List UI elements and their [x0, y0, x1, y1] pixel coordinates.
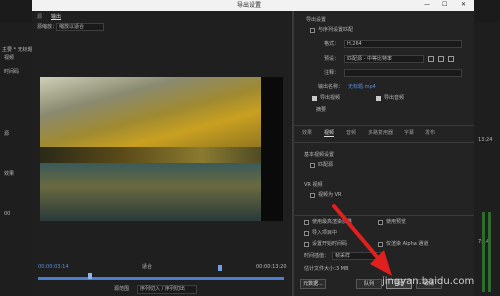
preset-value: 匹配源 - 中等比特率 — [347, 56, 392, 62]
audio-meter — [488, 212, 491, 292]
match-sequence-checkbox[interactable] — [310, 28, 315, 33]
source-scaling-select[interactable]: 缩放以适合 — [56, 23, 104, 31]
use-previews-label: 使用预览 — [386, 219, 407, 225]
output-name-link[interactable]: 无标题.mp4 — [348, 85, 376, 90]
vr-video-label: 视频为 VR — [318, 192, 342, 198]
export-video-checkbox[interactable] — [312, 96, 317, 101]
format-select[interactable]: H.264 — [344, 40, 462, 48]
render-divider — [294, 215, 474, 216]
export-dialog: 导出设置 — ☐ ✕ 源 输出 源缩放： 缩放以适合 00:00:03:14 适… — [32, 0, 474, 296]
preview-panel: 源 输出 源缩放： 缩放以适合 00:00:03:14 适合 00:00:13:… — [32, 11, 292, 296]
bg-label: 13:24 — [478, 137, 493, 143]
tab-audio[interactable]: 音频 — [346, 131, 356, 136]
settings-panel: 导出设置 与序列设置匹配 格式： H.264 预设： 匹配源 - 中等比特率 注… — [294, 11, 474, 296]
max-render-quality-checkbox[interactable] — [304, 220, 309, 225]
import-preset-icon[interactable] — [438, 56, 444, 62]
preview-letterbox — [261, 77, 283, 221]
match-source-checkbox[interactable] — [310, 163, 315, 168]
delete-preset-icon[interactable] — [448, 56, 454, 62]
source-scaling-label: 源缩放： — [37, 24, 58, 30]
queue-button[interactable]: 队列 — [356, 279, 382, 289]
close-button[interactable]: ✕ — [461, 2, 466, 8]
export-audio-label: 导出音频 — [384, 95, 405, 101]
bg-label: 时间码 — [4, 69, 20, 75]
playhead-marker[interactable] — [88, 273, 92, 279]
tab-video[interactable]: 视频 — [324, 131, 335, 137]
export-video-label: 导出视频 — [320, 95, 341, 101]
bg-label: 00 — [4, 211, 11, 217]
tabs-bottom-divider — [294, 142, 474, 143]
output-name-label: 输出名称： — [318, 84, 344, 90]
time-interpolation-value: 帧采样 — [335, 253, 351, 259]
tab-publish[interactable]: 发布 — [425, 131, 435, 136]
tab-multiplexer[interactable]: 多路复用器 — [368, 131, 393, 136]
render-alpha-label: 仅渲染 Alpha 通道 — [386, 241, 429, 247]
format-label: 格式： — [324, 41, 340, 47]
image-shore — [40, 147, 283, 163]
source-range-label: 源范围 — [114, 286, 130, 292]
source-range-select[interactable]: 序列切入 / 序列切出 — [137, 285, 197, 294]
match-sequence-label: 与序列设置匹配 — [318, 27, 354, 33]
bg-label: 视频 — [4, 55, 15, 61]
match-source-label: 匹配源 — [318, 162, 334, 168]
source-scaling-value: 缩放以适合 — [59, 24, 85, 30]
time-interpolation-label: 时间插值： — [304, 253, 330, 259]
bg-label: 效果 — [4, 171, 15, 177]
save-preset-icon[interactable] — [428, 56, 434, 62]
file-size-label: 估计文件大小： — [304, 266, 340, 272]
preview-image — [40, 77, 283, 221]
file-size-value: 3 MB — [336, 266, 349, 272]
source-range-value: 序列切入 / 序列切出 — [140, 286, 185, 292]
minimize-button[interactable]: — — [424, 2, 430, 8]
tabs-top-divider — [294, 125, 474, 126]
bg-label: 主要 * 无标题 — [2, 47, 33, 53]
basic-settings-title[interactable]: 基本视频设置 — [304, 153, 334, 158]
timecode-end: 00:00:13:20 — [256, 264, 287, 270]
fit-value: 适合 — [142, 264, 153, 270]
import-to-project-checkbox[interactable] — [304, 231, 309, 236]
tab-output[interactable]: 输出 — [51, 15, 61, 20]
comments-label: 注释： — [324, 70, 340, 76]
format-value: H.264 — [347, 41, 362, 47]
timecode-start[interactable]: 00:00:03:14 — [38, 265, 69, 270]
tab-captions[interactable]: 字幕 — [404, 131, 414, 136]
preset-select[interactable]: 匹配源 - 中等比特率 — [344, 55, 424, 63]
metadata-button[interactable]: 元数据... — [300, 279, 326, 289]
comments-input[interactable] — [344, 69, 462, 77]
max-render-quality-label: 使用最高渲染质量 — [312, 219, 353, 225]
summary-label[interactable]: 摘要 — [316, 108, 326, 113]
vr-video-checkbox[interactable] — [310, 193, 315, 198]
in-point-marker[interactable] — [218, 265, 222, 271]
maximize-button[interactable]: ☐ — [442, 2, 447, 8]
background-right-panel: 13:24 7:14 — [474, 22, 500, 296]
tab-effects[interactable]: 效果 — [302, 131, 312, 136]
background-left-panel: 主要 * 无标题 视频 时间码 源 效果 00 — [0, 22, 33, 296]
time-interpolation-select[interactable]: 帧采样 — [332, 252, 382, 260]
export-settings-title: 导出设置 — [306, 17, 327, 23]
export-audio-checkbox[interactable] — [376, 96, 381, 101]
render-alpha-checkbox[interactable] — [378, 242, 383, 247]
audio-meter — [482, 212, 485, 292]
dialog-title: 导出设置 — [237, 2, 262, 9]
tab-source[interactable]: 源 — [37, 15, 42, 20]
fit-select[interactable]: 适合 — [142, 265, 152, 270]
title-bar: 导出设置 — ☐ ✕ — [32, 0, 474, 11]
use-previews-checkbox[interactable] — [378, 220, 383, 225]
import-to-project-label: 导入项目中 — [312, 230, 338, 236]
set-start-timecode-checkbox[interactable] — [304, 242, 309, 247]
vr-video-title[interactable]: VR 视频 — [304, 183, 322, 188]
image-water — [40, 163, 283, 221]
bg-label: 源 — [4, 131, 10, 137]
set-start-timecode-label: 设置开始时间码 — [312, 241, 348, 247]
watermark: jingyan.baidu.com — [382, 276, 475, 287]
timeline-bar[interactable] — [38, 277, 284, 280]
preset-label: 预设： — [324, 56, 340, 62]
